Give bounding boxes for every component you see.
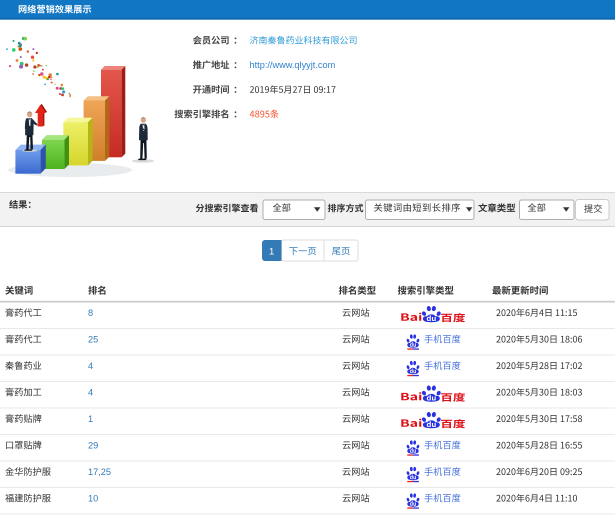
- svg-text:29: 29: [88, 441, 98, 451]
- svg-text:4: 4: [88, 361, 93, 371]
- svg-text:1: 1: [269, 246, 274, 257]
- svg-text:17,25: 17,25: [88, 467, 111, 477]
- svg-text:10: 10: [88, 494, 98, 504]
- svg-text:8: 8: [88, 308, 93, 318]
- svg-text:4: 4: [88, 388, 93, 398]
- svg-text:1: 1: [88, 414, 93, 424]
- svg-text:25: 25: [88, 335, 98, 345]
- svg-text:http://www.qlyyjt.com: http://www.qlyyjt.com: [250, 60, 336, 70]
